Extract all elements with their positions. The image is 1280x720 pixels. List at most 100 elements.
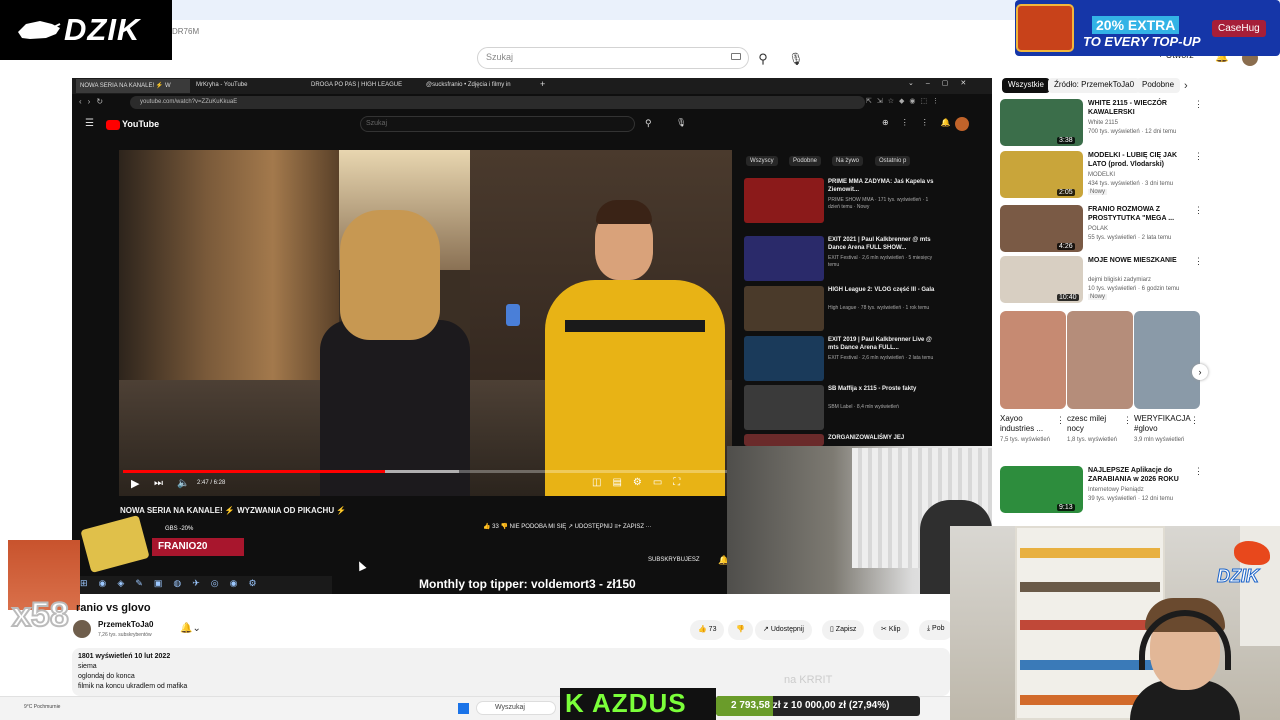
short-views: 1,8 tys. wyświetleń xyxy=(1067,437,1118,443)
inner-search-placeholder: Szukaj xyxy=(366,120,388,127)
inner-video-title[interactable]: ZORGANIZOWALIŚMY JEJ xyxy=(828,434,938,442)
short-views: 3,9 mln wyświetleń xyxy=(1134,437,1185,443)
short-title[interactable]: czesc milej nocy xyxy=(1067,414,1121,434)
inner-video-title[interactable]: EXIT 2021 | Paul Kalkbrenner @ mts Dance… xyxy=(828,236,938,252)
inner-tab-3[interactable]: DROGA PO PAS | HIGH LEAGUE xyxy=(307,79,421,93)
inner-tab-4[interactable]: @sucksfranio • Zdjęcia i filmy in xyxy=(422,79,536,93)
volume-icon[interactable]: 🔈 xyxy=(177,478,189,489)
description-line: filmik na koncu ukradlem od mafika xyxy=(78,683,188,690)
inner-chip[interactable]: Na żywo xyxy=(832,156,864,166)
chip-similar[interactable]: Podobne xyxy=(1136,78,1181,93)
bell-icon[interactable]: 🔔⌄ xyxy=(180,623,201,634)
short-thumbnail[interactable] xyxy=(1067,311,1133,409)
search-icon[interactable]: ⚲ xyxy=(645,118,652,129)
youtube-logo-icon[interactable] xyxy=(106,120,120,130)
share-button[interactable]: ↗ Udostępnij xyxy=(755,620,812,640)
inner-video-title[interactable]: EXIT 2019 | Paul Kalkbrenner Live @ mts … xyxy=(828,336,938,352)
mic-icon[interactable]: 🎙 xyxy=(676,118,686,127)
play-icon[interactable]: ▶ xyxy=(131,477,139,490)
video-channel[interactable]: Internetowy Pieniądz xyxy=(1088,486,1188,494)
more-icon[interactable]: ⋮ xyxy=(1194,466,1203,477)
video-title[interactable]: WHITE 2115 - WIECZÓR KAWALERSKI xyxy=(1088,99,1184,117)
promo-code-tag: GBS -20% xyxy=(165,526,194,532)
video-stats: 700 tys. wyświetleń · 12 dni temu xyxy=(1088,129,1177,135)
save-button[interactable]: ▯ Zapisz xyxy=(822,620,865,640)
new-tab-icon[interactable]: + xyxy=(540,79,545,89)
youtube-logo-text[interactable]: YouTube xyxy=(122,119,159,129)
inner-video-thumbnail[interactable] xyxy=(744,236,824,281)
video-duration: 9:13 xyxy=(1057,504,1075,511)
inner-tab-2[interactable]: MrKryha - YouTube xyxy=(192,79,306,93)
keyboard-icon[interactable] xyxy=(731,53,741,60)
clip-button[interactable]: ✂ Klip xyxy=(873,620,909,640)
video-title[interactable]: MOJE NOWE MIESZKANIE xyxy=(1088,256,1184,265)
subscribed-button[interactable]: SUBSKRYBUJESZ xyxy=(648,557,700,563)
download-button[interactable]: ⤓ Pob xyxy=(919,620,953,640)
search-input[interactable] xyxy=(477,47,749,69)
inner-video-meta: SBM Label · 8,4 mln wyświetleń xyxy=(828,404,899,410)
channel-name[interactable]: PrzemekToJa0 xyxy=(98,620,153,629)
short-title[interactable]: WERYFIKACJA #glovo xyxy=(1134,414,1190,434)
player-controls-right[interactable]: ◫▤⚙▭⛶ xyxy=(592,477,691,488)
chip-all[interactable]: Wszystkie xyxy=(1002,78,1050,93)
inner-address-bar[interactable] xyxy=(130,96,865,109)
video-stats: 39 tys. wyświetleń · 12 dni temu xyxy=(1088,496,1174,502)
taskbar-search[interactable]: Wyszukaj xyxy=(476,701,556,715)
inner-video-title[interactable]: SB Maffija x 2115 - Proste fakty xyxy=(828,385,938,393)
more-icon[interactable]: ⋮ xyxy=(1190,415,1199,426)
inner-header-icons[interactable]: ⊕⋮⋮🔔 xyxy=(882,118,963,127)
save-label: Zapisz xyxy=(835,626,857,633)
video-channel[interactable]: POLAK xyxy=(1088,225,1188,233)
video-title[interactable]: NAJLEPSZE Aplikacje do ZARABIANIA w 2026… xyxy=(1088,466,1184,484)
more-icon[interactable]: ⋮ xyxy=(1056,415,1065,426)
extension-icons[interactable]: ⇱⇲☆◆◉⬚⋮ xyxy=(866,97,944,105)
inner-chip[interactable]: Ostatnio p xyxy=(875,156,911,166)
weather-widget[interactable]: 9°C Pochmurnie xyxy=(24,704,60,710)
chevron-right-icon[interactable]: › xyxy=(1192,364,1208,380)
short-title[interactable]: Xayoo industries ... xyxy=(1000,414,1054,434)
video-duration: 4:26 xyxy=(1057,243,1075,250)
inner-tab-1[interactable]: NOWA SERIA NA KANALE! ⚡ W xyxy=(76,79,190,93)
more-icon[interactable]: ⋮ xyxy=(1123,415,1132,426)
inner-video-thumbnail[interactable] xyxy=(744,434,824,446)
more-icon[interactable]: ⋮ xyxy=(1194,99,1203,110)
short-thumbnail[interactable] xyxy=(1134,311,1200,409)
inner-video-title[interactable]: PRIME MMA ZADYMA: Jaś Kapela vs Ziemowit… xyxy=(828,178,938,194)
video-title[interactable]: MODELKI - LUBIĘ CIĘ JAK LATO (prod. Vlod… xyxy=(1088,151,1184,169)
thumbs-up-icon: 👍 xyxy=(698,626,709,633)
dislike-button[interactable]: 👎 xyxy=(728,620,753,640)
search-button[interactable]: ⚲ xyxy=(754,50,772,68)
window-controls[interactable]: ⌄–▢✕ xyxy=(908,79,978,87)
inner-video-thumbnail[interactable] xyxy=(744,286,824,331)
more-icon[interactable]: ⋮ xyxy=(1194,256,1203,267)
video-channel[interactable]: White 2115 xyxy=(1088,119,1188,127)
chevron-right-icon[interactable]: › xyxy=(1184,80,1188,92)
more-icon[interactable]: ⋮ xyxy=(1194,151,1203,162)
inner-video-actions[interactable]: 👍 33 👎 NIE PODOBA MI SIĘ ↗ UDOSTĘPNIJ ≡+… xyxy=(483,523,652,530)
inner-video-thumbnail[interactable] xyxy=(744,178,824,223)
taskbar-app-icons[interactable]: ⊞◉◈✎▣◍✈◎◉⚙ xyxy=(80,578,268,589)
inner-video-thumbnail[interactable] xyxy=(744,336,824,381)
video-channel[interactable]: MODELKI xyxy=(1088,171,1188,179)
inner-chip[interactable]: Wszyscy xyxy=(746,156,778,166)
inner-video-meta: EXIT Festival · 2,6 mln wyświetleń · 2 l… xyxy=(828,355,934,361)
next-icon[interactable]: ⏭ xyxy=(154,478,163,489)
short-thumbnail[interactable] xyxy=(1000,311,1066,409)
mic-icon[interactable]: 🎙 xyxy=(787,50,805,68)
chip-source[interactable]: Źródło: PrzemekToJa0 xyxy=(1048,78,1141,93)
hamburger-icon[interactable]: ☰ xyxy=(85,118,94,129)
like-button[interactable]: 👍 73 xyxy=(690,620,725,640)
inner-chip[interactable]: Podobne xyxy=(789,156,822,166)
video-channel[interactable]: dejmi bligiski zadymiarz xyxy=(1088,276,1188,284)
more-icon[interactable]: ⋮ xyxy=(1194,205,1203,216)
inner-video-title[interactable]: HIGH League 2: VLOG część III - Gala xyxy=(828,286,938,294)
scissors-icon: ✂ xyxy=(881,626,889,633)
windows-start-icon[interactable] xyxy=(458,703,469,714)
inner-video-thumbnail[interactable] xyxy=(744,385,824,430)
description-box[interactable] xyxy=(72,648,950,696)
nav-arrows-icon[interactable]: ‹›↻ xyxy=(79,97,109,106)
inner-search-input[interactable] xyxy=(360,116,635,132)
avatar[interactable] xyxy=(955,117,969,131)
channel-avatar[interactable] xyxy=(73,620,91,638)
video-title[interactable]: FRANIO ROZMOWA Z PROSTYTUTKA "MEGA ... xyxy=(1088,205,1184,223)
